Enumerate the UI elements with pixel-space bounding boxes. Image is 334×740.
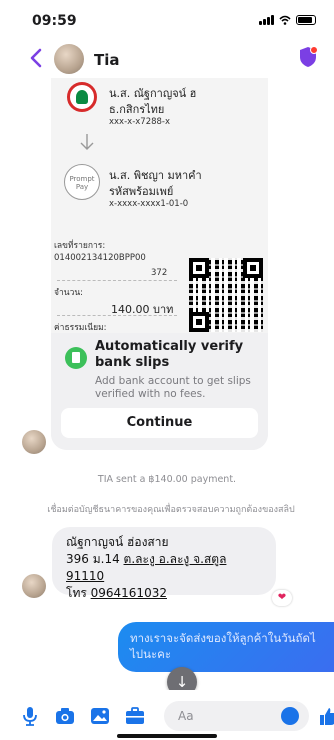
recipient-account: x-xxxx-xxxx1-01-0 [109,199,189,209]
status-indicators [259,15,316,25]
payment-slip-card[interactable]: น.ส. ณัฐกาญจน์ ฮ ธ.กสิกรไทย xxx-x-x7288-… [51,78,268,450]
heart-reaction-icon[interactable]: ❤ [272,590,292,606]
sender-account: xxx-x-x7288-x [109,117,171,127]
status-bar: 09:59 [0,0,334,38]
sender-bank: ธ.กสิกรไทย [109,103,165,116]
ref-label: เลขที่รายการ: [54,241,106,251]
fee-label: ค่าธรรมเนียม: [54,323,107,333]
phone-prefix: โทร [66,586,91,600]
contact-name[interactable]: Tia [94,51,120,69]
verify-slips-panel: Automatically verify bank slips Add bank… [51,333,268,450]
slip-divider [57,280,177,281]
shield-icon[interactable] [298,46,318,68]
message-line: 396 ม.14 ต.ละงู อ.ละงู จ.สตูล 91110 [66,551,262,585]
arrow-down-icon [80,134,94,150]
message-line: ไปนะคะ [130,647,171,661]
kbank-logo-icon [67,82,97,112]
continue-button[interactable]: Continue [61,408,258,438]
incoming-message-bubble[interactable]: ณัฐกาญจน์ ฮ่องสาย 396 ม.14 ต.ละงู อ.ละงู… [52,527,276,600]
ref-value: 014002134120BPP00 [54,253,146,263]
message-line: ณัฐกาญจน์ ฮ่องสาย [66,535,169,549]
back-chevron-icon[interactable] [26,47,48,69]
recipient-label: รหัสพร้อมเพย์ [109,185,174,198]
battery-icon [296,15,316,25]
like-icon[interactable] [318,706,334,726]
verify-subtitle: Add bank account to get slips verified w… [95,375,251,400]
home-indicator [117,734,217,738]
ref-value-2: 372 [151,268,168,278]
message-input[interactable]: Aa [164,701,309,731]
address-text: 396 ม.14 [66,552,124,566]
payment-system-message: TIA sent a ฿140.00 payment. [97,474,237,485]
microphone-icon[interactable] [20,706,40,726]
contact-avatar[interactable] [54,44,84,74]
emoji-icon[interactable] [281,707,299,725]
message-line: โทร 0964161032 [66,585,262,602]
briefcase-icon[interactable] [125,706,145,726]
slip-divider [57,315,177,316]
message-line: ทางเราจะจัดส่งของให้ลูกค้าในวันถัดไ [130,631,316,645]
verify-title: Automatically verify bank slips [95,339,244,370]
status-time: 09:59 [32,13,77,29]
outgoing-message-bubble[interactable]: ทางเราจะจัดส่งของให้ลูกค้าในวันถัดไ ไปนะ… [118,622,334,672]
contact-avatar-small [22,430,46,454]
camera-icon[interactable] [55,706,75,726]
signal-icon [259,15,274,25]
chat-header: Tia [0,40,334,78]
gallery-icon[interactable] [90,706,110,726]
link-bank-message[interactable]: เชื่อมต่อบัญชีธนาคารของคุณเพื่อตรวจสอบคว… [6,502,334,516]
slip-image: น.ส. ณัฐกาญจน์ ฮ ธ.กสิกรไทย xxx-x-x7288-… [51,78,268,333]
bank-slip-icon [65,347,87,369]
message-input-placeholder: Aa [178,709,194,723]
amount-label: จำนวน: [54,288,84,298]
contact-avatar-small [22,574,46,598]
composer-bar: Aa [0,690,334,740]
qr-code [189,258,263,332]
promptpay-logo-icon: Prompt Pay [64,164,100,200]
wifi-icon [279,15,291,25]
phone-link[interactable]: 0964161032 [91,586,167,600]
